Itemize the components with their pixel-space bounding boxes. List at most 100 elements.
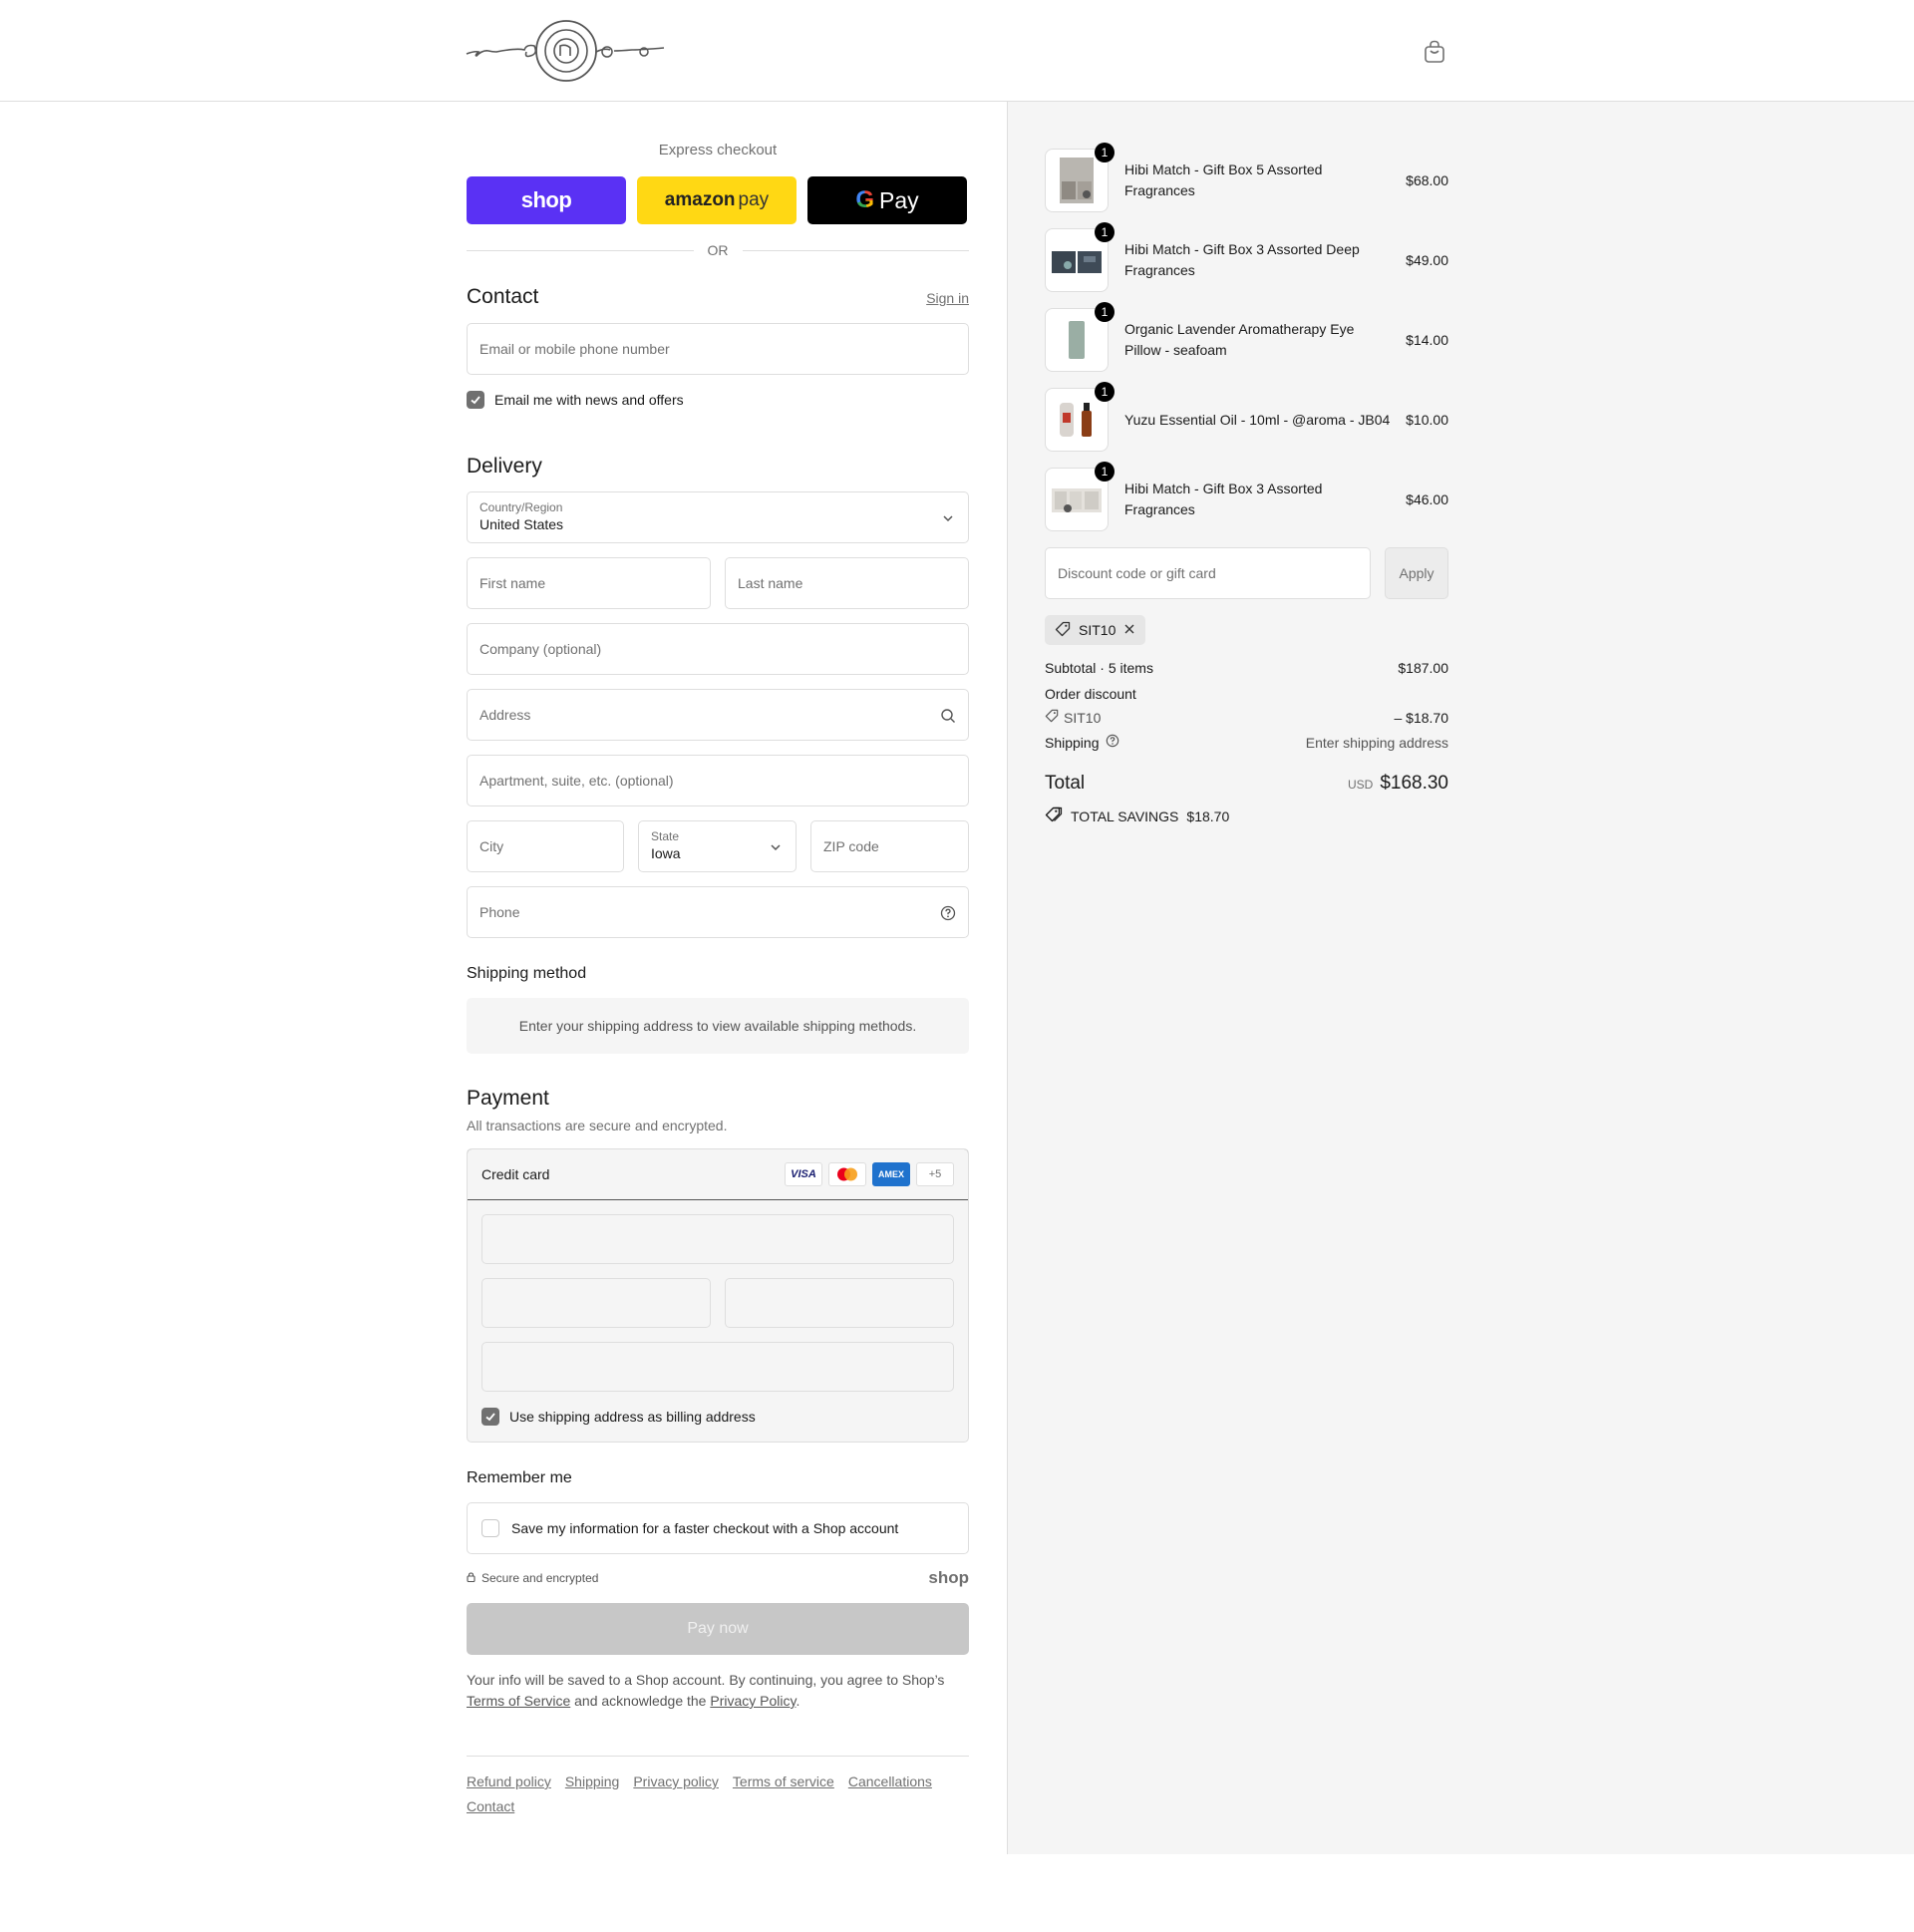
quantity-badge: 1 xyxy=(1095,462,1115,482)
legal-notice: Your info will be saved to a Shop accoun… xyxy=(467,1670,969,1712)
credit-card-option[interactable]: Credit card VISA AMEX +5 xyxy=(468,1149,968,1200)
billing-checkbox[interactable] xyxy=(481,1408,499,1426)
search-icon xyxy=(940,708,956,724)
more-cards-badge: +5 xyxy=(916,1162,954,1186)
footer-link-refund-policy[interactable]: Refund policy xyxy=(467,1773,551,1789)
pay-now-label: Pay now xyxy=(687,1620,749,1637)
email-field[interactable]: Email or mobile phone number xyxy=(467,323,969,375)
discount-placeholder: Discount code or gift card xyxy=(1058,565,1216,581)
savings-value: $18.70 xyxy=(1186,807,1230,824)
total-amount: USD $168.30 xyxy=(1348,773,1448,795)
shop-pay-button[interactable]: shop xyxy=(467,176,626,224)
product-price: $10.00 xyxy=(1406,412,1448,428)
applied-discount-chip: SIT10 xyxy=(1045,615,1146,645)
express-checkout-buttons: shop amazon pay G Pay xyxy=(467,176,969,224)
country-select[interactable]: Country/Region United States xyxy=(467,491,969,543)
newsletter-checkbox-row[interactable]: Email me with news and offers xyxy=(467,391,969,409)
footer-link-terms-of-service[interactable]: Terms of service xyxy=(733,1773,834,1789)
cart-item: 1 Yuzu Essential Oil - 10ml - @aroma - J… xyxy=(1045,382,1448,452)
sign-in-link[interactable]: Sign in xyxy=(926,290,969,306)
product-name: Hibi Match - Gift Box 5 Assorted Fragran… xyxy=(1124,161,1323,198)
billing-checkbox-row[interactable]: Use shipping address as billing address xyxy=(481,1408,954,1426)
last-name-field[interactable]: Last name xyxy=(725,557,969,609)
state-value: Iowa xyxy=(651,845,681,861)
payment-subtitle: All transactions are secure and encrypte… xyxy=(467,1118,728,1133)
card-name-field[interactable] xyxy=(481,1342,954,1392)
product-price: $49.00 xyxy=(1406,252,1448,268)
remember-me-label: Save my information for a faster checkou… xyxy=(511,1520,899,1536)
checkout-form: Express checkout shop amazon pay G Pay OR … xyxy=(467,102,969,1814)
shipping-label: Shipping xyxy=(1045,734,1100,751)
terms-of-service-link[interactable]: Terms of Service xyxy=(467,1693,570,1709)
credit-card-label: Credit card xyxy=(481,1166,550,1182)
footer-link-shipping[interactable]: Shipping xyxy=(565,1773,620,1789)
total-value: $168.30 xyxy=(1380,773,1448,794)
cart-item: 1 Organic Lavender Aromatherapy Eye Pill… xyxy=(1045,302,1448,372)
card-number-field[interactable] xyxy=(481,1214,954,1264)
newsletter-checkbox[interactable] xyxy=(467,391,484,409)
city-field[interactable]: City xyxy=(467,820,624,872)
shop-pay-label: shop xyxy=(520,187,572,212)
subtotal-row: Subtotal · 5 items $187.00 xyxy=(1045,660,1448,676)
card-expiry-field[interactable] xyxy=(481,1278,711,1328)
discount-code-group: SIT10 xyxy=(1045,709,1101,726)
or-divider: OR xyxy=(467,242,969,258)
email-placeholder: Email or mobile phone number xyxy=(479,341,670,357)
quantity-badge: 1 xyxy=(1095,382,1115,402)
discount-code-input[interactable]: Discount code or gift card xyxy=(1045,547,1371,599)
zip-field[interactable]: ZIP code xyxy=(810,820,969,872)
applied-code: SIT10 xyxy=(1079,622,1116,638)
product-price: $68.00 xyxy=(1406,172,1448,188)
google-pay-button[interactable]: G Pay xyxy=(807,176,967,224)
company-field[interactable]: Company (optional) xyxy=(467,623,969,675)
product-thumbnail: 1 xyxy=(1045,302,1115,372)
product-thumbnail: 1 xyxy=(1045,382,1115,452)
divider-line xyxy=(467,249,694,251)
shopping-bag-icon[interactable] xyxy=(1424,40,1445,64)
footer-link-contact[interactable]: Contact xyxy=(467,1798,514,1814)
apply-discount-button[interactable]: Apply xyxy=(1385,547,1448,599)
cart-item: 1 Hibi Match - Gift Box 3 Assorted Deep … xyxy=(1045,222,1448,292)
first-name-placeholder: First name xyxy=(479,575,546,591)
footer-link-cancellations[interactable]: Cancellations xyxy=(848,1773,932,1789)
address-field[interactable]: Address xyxy=(467,689,969,741)
legal-text-2: and acknowledge the xyxy=(574,1693,707,1709)
chevron-down-icon xyxy=(940,510,956,526)
product-thumbnail: 1 xyxy=(1045,462,1115,531)
product-name: Hibi Match - Gift Box 3 Assorted Deep Fr… xyxy=(1124,241,1360,278)
discount-value: – $18.70 xyxy=(1394,709,1449,726)
state-select[interactable]: State Iowa xyxy=(638,820,797,872)
pay-now-button[interactable]: Pay now xyxy=(467,1603,969,1655)
discount-code-label: SIT10 xyxy=(1064,709,1102,726)
help-icon[interactable] xyxy=(940,905,956,921)
help-icon[interactable] xyxy=(1106,734,1119,751)
apartment-field[interactable]: Apartment, suite, etc. (optional) xyxy=(467,755,969,806)
shipping-method-title: Shipping method xyxy=(467,965,587,982)
footer-link-privacy-policy[interactable]: Privacy policy xyxy=(633,1773,719,1789)
quantity-badge: 1 xyxy=(1095,222,1115,242)
remember-me-checkbox[interactable] xyxy=(481,1519,499,1537)
tag-icon xyxy=(1045,709,1059,726)
first-name-field[interactable]: First name xyxy=(467,557,711,609)
last-name-placeholder: Last name xyxy=(738,575,803,591)
amazon-pay-label: amazon xyxy=(664,189,736,210)
state-label: State xyxy=(651,829,680,843)
quantity-badge: 1 xyxy=(1095,143,1115,162)
cart-item: 1 Hibi Match - Gift Box 5 Assorted Fragr… xyxy=(1045,143,1448,212)
remember-me-option[interactable]: Save my information for a faster checkou… xyxy=(467,1502,969,1554)
store-logo[interactable] xyxy=(465,18,668,84)
product-name: Organic Lavender Aromatherapy Eye Pillow… xyxy=(1124,321,1355,358)
company-placeholder: Company (optional) xyxy=(479,641,602,657)
total-savings-row: TOTAL SAVINGS $18.70 xyxy=(1045,806,1448,825)
shipping-row: Shipping Enter shipping address xyxy=(1045,734,1448,751)
contact-header: Contact Sign in xyxy=(467,285,969,309)
amazon-pay-button[interactable]: amazon pay xyxy=(637,176,797,224)
privacy-policy-link[interactable]: Privacy Policy xyxy=(710,1693,796,1709)
remove-discount-icon[interactable] xyxy=(1123,622,1135,638)
phone-field[interactable]: Phone xyxy=(467,886,969,938)
apply-label: Apply xyxy=(1399,565,1435,581)
product-price: $14.00 xyxy=(1406,332,1448,348)
city-placeholder: City xyxy=(479,838,504,854)
subtotal-value: $187.00 xyxy=(1398,660,1448,676)
card-security-code-field[interactable] xyxy=(725,1278,954,1328)
